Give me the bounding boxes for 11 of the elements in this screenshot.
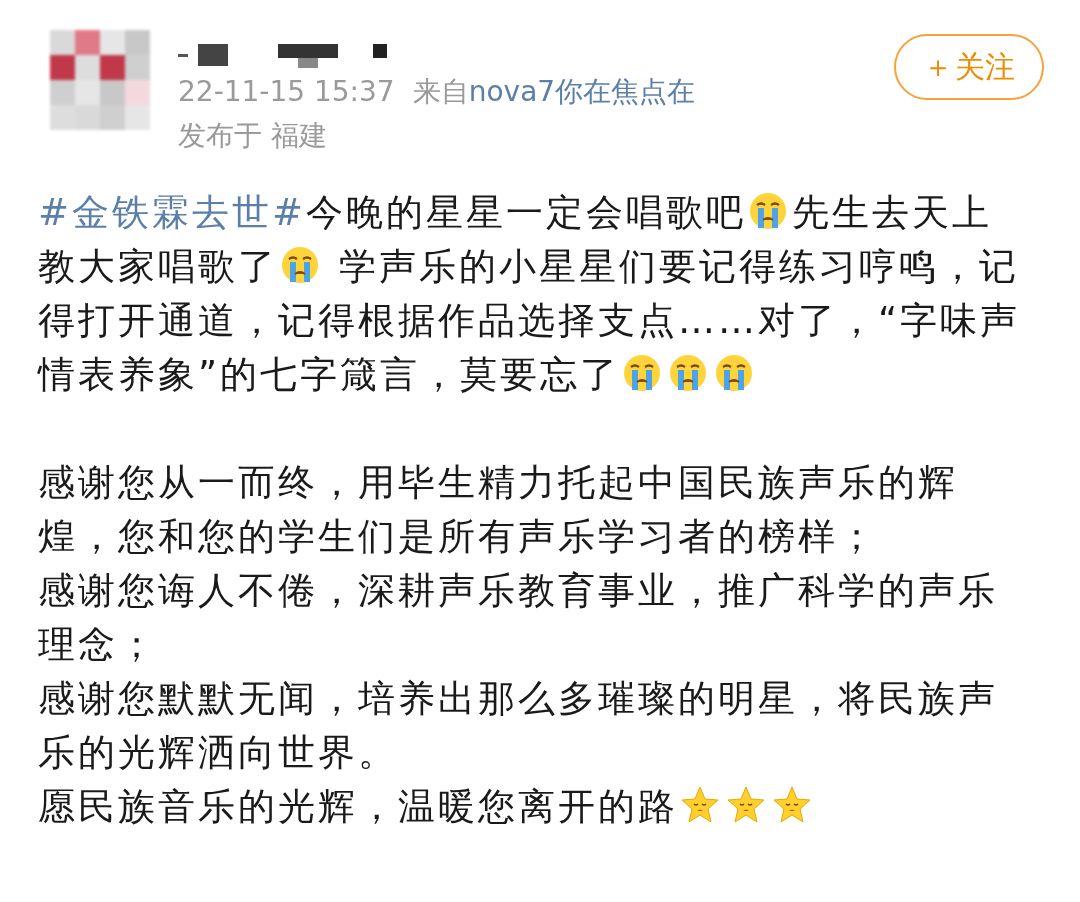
post-time: 22-11-15 15:37 [178,75,395,108]
post-text: 愿民族音乐的光辉，温暖您离开的路 [38,780,1028,834]
source-link[interactable]: nova7你在焦点在 [468,75,696,108]
post-text: 感谢您诲人不倦，深耕声乐教育事业，推广科学的声乐理念； [38,568,999,668]
hashtag-link[interactable]: #金铁霖去世# [38,191,306,234]
follow-button[interactable]: ＋关注 [894,34,1044,100]
source-label: 来自 [412,75,469,108]
post-text: #金铁霖去世#今晚的星星一定会唱歌吧 先生去天上教大家唱歌了 学声乐的小星星们要记得练习哼鸣，记得打开通道，记得根据作品选择支点……对了，“字味声情表养象”的七字箴言，莫要忘了 [38,190,1022,398]
post-text: 感谢您从一而终，用毕生精力托起中国民族声乐的辉煌，您和您的学生们是所有声乐学习者的榜样； [38,460,959,560]
post-location: 发布于 福建 [178,119,327,152]
post-text: 感谢您默默无闻，培养出那么多璀璨的明星，将民族声乐的光辉洒向世界。 [38,676,999,776]
